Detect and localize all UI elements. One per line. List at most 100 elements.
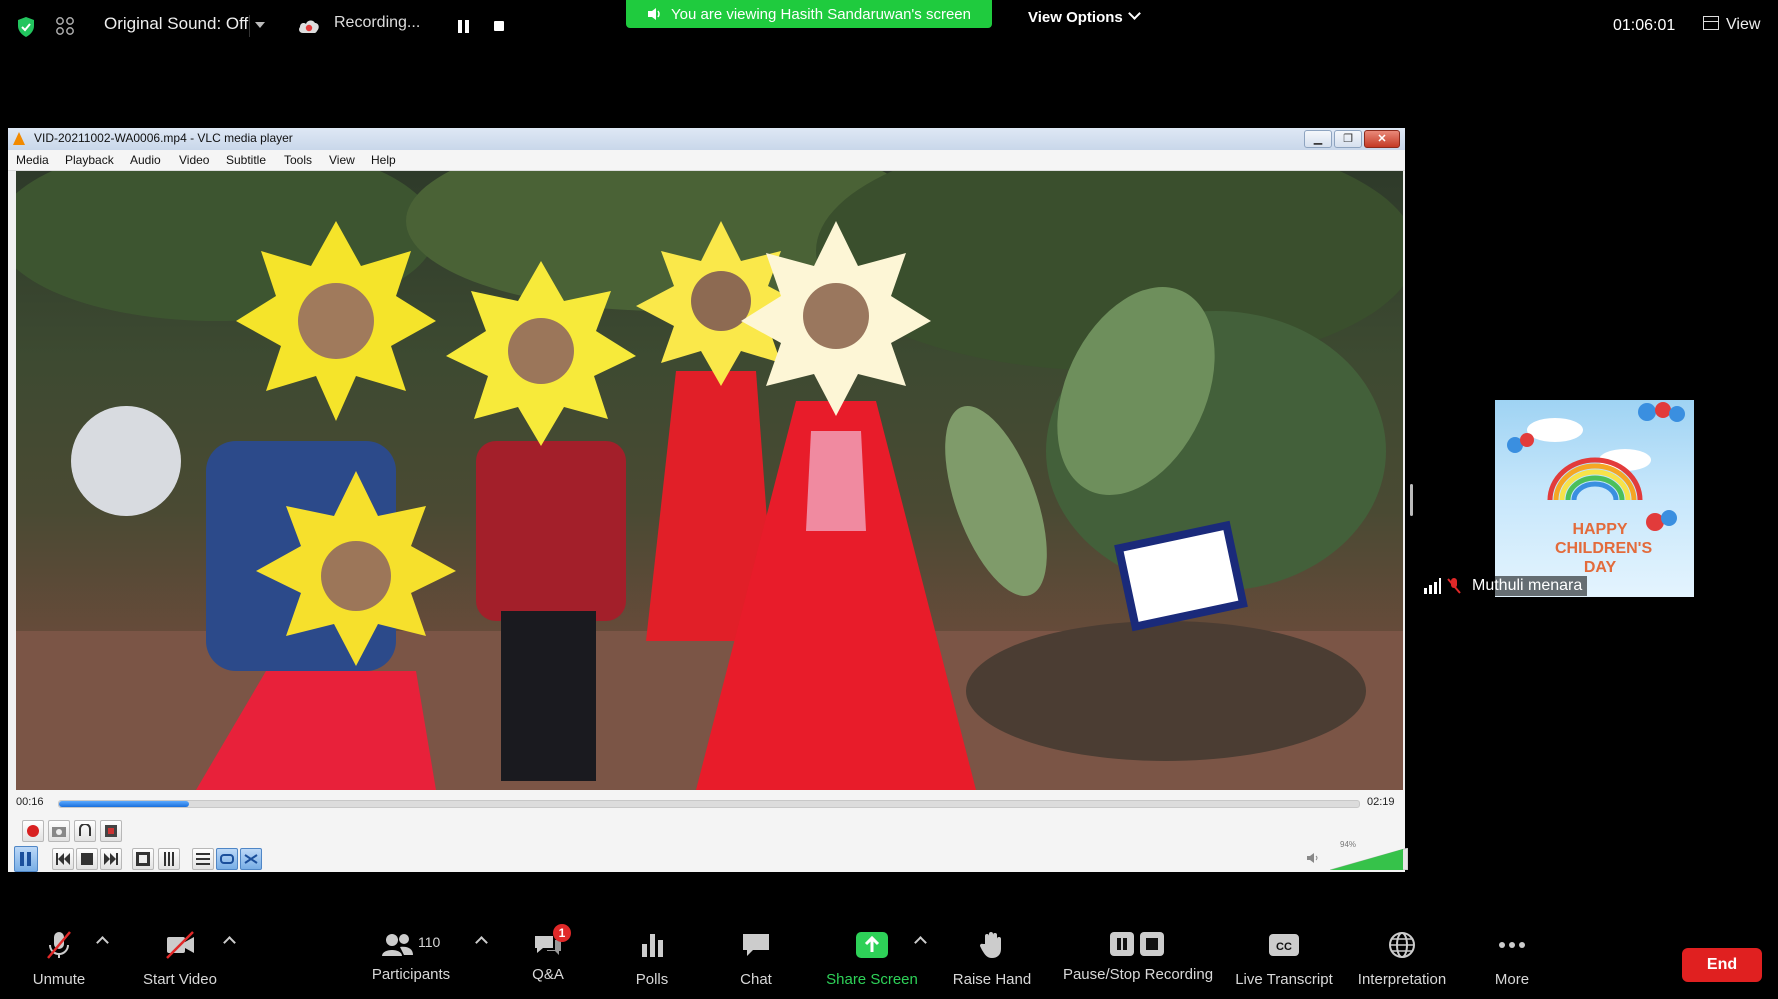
- menu-subtitle[interactable]: Subtitle: [226, 153, 266, 167]
- restore-icon: ❐: [1343, 133, 1353, 145]
- vlc-title-bar[interactable]: VID-20211002-WA0006.mp4 - VLC media play…: [8, 128, 1405, 151]
- menu-tools[interactable]: Tools: [284, 153, 312, 167]
- interpretation-button[interactable]: Interpretation: [1354, 930, 1450, 988]
- more-button[interactable]: More: [1492, 930, 1532, 988]
- participants-button[interactable]: 110 Participants: [368, 930, 454, 983]
- equalizer-icon: [164, 852, 174, 866]
- minimize-button[interactable]: ▁: [1304, 130, 1332, 148]
- menu-playback[interactable]: Playback: [65, 153, 114, 167]
- cloud-recording-icon: [299, 20, 319, 33]
- chat-bubble-icon: [743, 934, 769, 956]
- polls-label: Polls: [635, 971, 669, 988]
- polls-bar-chart-icon: [642, 934, 663, 957]
- live-transcript-button[interactable]: CC Live Transcript: [1234, 930, 1334, 988]
- menu-view[interactable]: View: [329, 153, 355, 167]
- participants-icon: [382, 934, 413, 956]
- participant-name: Muthuli menara: [1467, 576, 1588, 596]
- participant-video-tile[interactable]: HAPPY CHILDREN'S DAY: [1495, 400, 1694, 597]
- participants-count: 110: [418, 934, 441, 950]
- meeting-controls-toolbar: Unmute Start Video 110 Participants 1 Q&…: [0, 918, 1778, 999]
- participants-label: Participants: [371, 966, 451, 983]
- seek-bar-progress: [59, 801, 189, 807]
- seek-bar[interactable]: [58, 800, 1360, 808]
- end-meeting-button[interactable]: End: [1682, 948, 1762, 982]
- stop-recording-icon[interactable]: [494, 21, 504, 31]
- view-layout-button[interactable]: View: [1703, 16, 1760, 34]
- recording-status: Recording...: [334, 14, 421, 31]
- encryption-shield-icon[interactable]: [16, 16, 36, 38]
- pause-stop-recording-button[interactable]: Pause/Stop Recording: [1060, 930, 1216, 983]
- snapshot-button[interactable]: [48, 820, 70, 842]
- fullscreen-button[interactable]: [132, 848, 154, 870]
- extended-settings-button[interactable]: [158, 848, 180, 870]
- raise-hand-label: Raise Hand: [952, 971, 1032, 988]
- unmute-button[interactable]: Unmute: [26, 930, 92, 988]
- video-frame[interactable]: [16, 171, 1403, 790]
- split-resize-handle[interactable]: [1410, 484, 1413, 516]
- participants-chevron-up-icon[interactable]: [475, 936, 488, 949]
- audio-options-chevron-up-icon[interactable]: [96, 936, 109, 949]
- screen-share-banner: You are viewing Hasith Sandaruwan's scre…: [626, 0, 992, 28]
- pause-button[interactable]: [14, 846, 38, 872]
- minimize-icon: ▁: [1313, 133, 1323, 145]
- original-sound-toggle[interactable]: Original Sound: Off: [104, 14, 248, 34]
- participants-icon-wrap: 110: [382, 930, 440, 960]
- live-transcript-label: Live Transcript: [1235, 971, 1333, 988]
- globe-icon: [1389, 932, 1415, 958]
- polls-button[interactable]: Polls: [632, 930, 672, 988]
- close-button[interactable]: ✕: [1364, 130, 1400, 148]
- menu-media[interactable]: Media: [16, 153, 49, 167]
- signal-strength-icon: [1424, 578, 1441, 594]
- view-label: View: [1726, 16, 1761, 33]
- current-time: 00:16: [16, 796, 44, 808]
- pause-icon: [20, 852, 31, 866]
- menu-help[interactable]: Help: [371, 153, 396, 167]
- record-button[interactable]: [22, 820, 44, 842]
- previous-button[interactable]: [52, 848, 74, 870]
- skip-back-icon: [56, 853, 70, 865]
- restore-button[interactable]: ❐: [1334, 130, 1362, 148]
- pause-stop-recording-icon: [1110, 932, 1164, 956]
- recording-controls-icon-wrap: [1108, 930, 1168, 960]
- sound-options-chevron-down-icon[interactable]: [255, 22, 265, 28]
- next-button[interactable]: [100, 848, 122, 870]
- meeting-timer: 01:06:01: [1613, 17, 1676, 34]
- volume-slider[interactable]: [1330, 848, 1408, 870]
- start-video-button[interactable]: Start Video: [138, 930, 222, 988]
- raise-hand-button[interactable]: Raise Hand: [952, 930, 1032, 988]
- vlc-window-title: VID-20211002-WA0006.mp4 - VLC media play…: [34, 131, 293, 145]
- shuffle-button[interactable]: [240, 848, 262, 870]
- loop-ab-button[interactable]: [74, 820, 96, 842]
- svg-text:CC: CC: [1276, 941, 1292, 953]
- volume-speaker-icon[interactable]: [1306, 852, 1320, 864]
- loop-icon: [220, 854, 234, 864]
- camera-icon: [52, 827, 66, 837]
- menu-audio[interactable]: Audio: [130, 153, 161, 167]
- total-time: 02:19: [1367, 796, 1395, 808]
- qa-button[interactable]: 1 Q&A: [527, 924, 571, 983]
- playlist-button[interactable]: [192, 848, 214, 870]
- layout-grid-icon: [1703, 16, 1719, 30]
- stop-icon: [81, 853, 93, 865]
- menu-video[interactable]: Video: [179, 153, 209, 167]
- frame-by-frame-button[interactable]: [100, 820, 122, 842]
- meeting-info-grid-icon[interactable]: [55, 16, 75, 36]
- loop-button[interactable]: [216, 848, 238, 870]
- share-screen-button[interactable]: Share Screen: [826, 930, 918, 988]
- fullscreen-icon: [136, 852, 150, 866]
- pause-recording-icon[interactable]: [457, 20, 470, 33]
- video-options-chevron-up-icon[interactable]: [223, 936, 236, 949]
- view-options-label: View Options: [1028, 9, 1123, 26]
- raise-hand-icon: [979, 932, 1001, 958]
- chat-button[interactable]: Chat: [736, 930, 776, 988]
- chat-label: Chat: [740, 971, 772, 988]
- closed-caption-icon: CC: [1269, 934, 1299, 956]
- chevron-down-icon: [1127, 7, 1141, 20]
- start-video-label: Start Video: [143, 971, 217, 988]
- pause-stop-recording-label: Pause/Stop Recording: [1062, 966, 1214, 983]
- view-options-menu[interactable]: View Options: [1028, 7, 1141, 26]
- stop-button[interactable]: [76, 848, 98, 870]
- speaker-icon: [648, 8, 660, 20]
- more-label: More: [1494, 971, 1530, 988]
- vlc-controls: 00:16 02:19 94%: [8, 790, 1408, 872]
